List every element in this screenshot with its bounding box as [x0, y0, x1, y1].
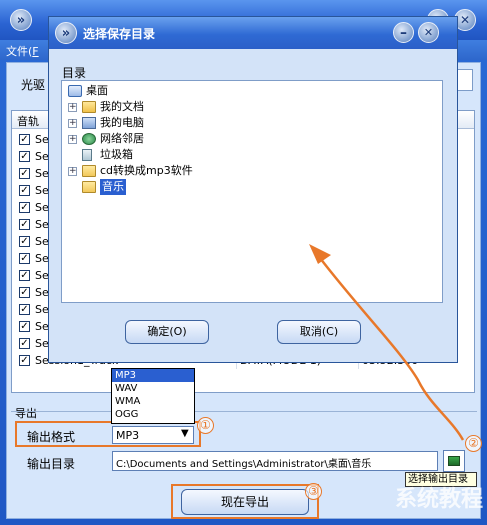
annotation-arrow — [309, 244, 465, 441]
annotation-arrow-head — [309, 244, 331, 264]
annotation-arrow-line — [319, 257, 465, 441]
